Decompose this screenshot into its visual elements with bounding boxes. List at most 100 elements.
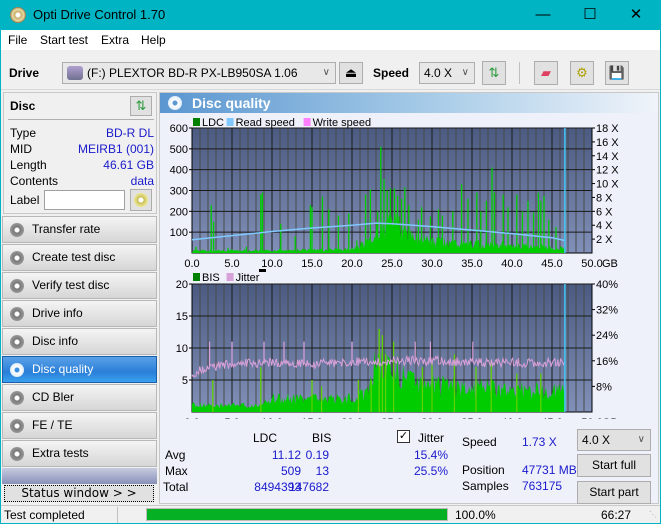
panel-title: Disc quality xyxy=(192,95,271,111)
test-speed-value: 4.0 X xyxy=(582,433,611,447)
close-button[interactable]: ✕ xyxy=(613,0,659,30)
start-part-button[interactable]: Start part xyxy=(577,481,651,504)
legend-swatch xyxy=(226,118,234,126)
y-tick-label: 15 xyxy=(176,311,188,323)
status-window-button[interactable]: Status window > > xyxy=(4,485,154,502)
samples-label: Samples xyxy=(462,479,509,493)
label-label: Label xyxy=(10,193,40,207)
test-speed-select[interactable]: 4.0 X ∨ xyxy=(577,429,651,451)
erase-button[interactable]: ▰ xyxy=(534,61,558,85)
label-disc-button[interactable] xyxy=(130,189,152,211)
maximize-button[interactable]: ☐ xyxy=(567,0,613,30)
y-tick-label: 5 xyxy=(182,375,188,387)
settings-icon: ⚙ xyxy=(576,65,588,80)
nav-label: Verify test disc xyxy=(32,278,110,292)
position-label: Position xyxy=(462,463,505,477)
avg-jitter: 15.4% xyxy=(414,448,449,462)
cd-bler-icon xyxy=(10,391,24,405)
speed-select-value: 4.0 X xyxy=(424,66,453,80)
jitter-checkbox[interactable]: ✓ xyxy=(397,430,410,443)
progress-label: 100.0% xyxy=(455,508,496,522)
nav-disc-quality[interactable]: Disc quality xyxy=(2,356,157,383)
drive-select[interactable]: (F:) PLEXTOR BD-R PX-LB950SA 1.06 ∨ xyxy=(62,62,336,84)
disc-value: BD-R DL xyxy=(105,126,154,140)
y-tick-label: 200 xyxy=(170,206,188,218)
legend-label: BIS xyxy=(202,272,220,284)
col-ldc: LDC xyxy=(253,431,278,445)
y2-tick-label: 8% xyxy=(596,381,612,393)
resize-grip-icon[interactable]: ⋱ xyxy=(649,510,657,519)
start-full-button[interactable]: Start full xyxy=(577,454,651,477)
bis-chart: BIS Jitter 5 10 15 20 8% 16% 24% 32% 40% 0.0 5.0 10.0… xyxy=(176,269,618,419)
x-tick-label: 5.0 xyxy=(224,417,239,419)
x-tick-label: 10.0 xyxy=(261,417,282,419)
speed-select[interactable]: 4.0 X ∨ xyxy=(419,62,475,84)
refresh-icon: ⇅ xyxy=(135,98,147,113)
nav-label: CD Bler xyxy=(32,390,75,404)
menu-help[interactable]: Help xyxy=(141,33,166,47)
x-tick-label: 15.0 xyxy=(301,417,322,419)
chevron-down-icon: ∨ xyxy=(637,434,645,445)
disc-key: Type xyxy=(10,126,37,140)
nav-verify-test-disc[interactable]: Verify test disc xyxy=(2,272,157,299)
legend-label: Write speed xyxy=(313,117,372,129)
x-tick-label: 25.0 xyxy=(381,258,402,269)
y2-tick-label: 16 X xyxy=(596,137,619,149)
total-bis: 147682 xyxy=(288,480,329,494)
legend-swatch xyxy=(193,273,200,281)
nav-label: Disc info xyxy=(32,334,79,348)
verify-disc-icon xyxy=(10,279,24,293)
y-tick-label: 400 xyxy=(170,165,188,177)
nav-extra-tests[interactable]: Extra tests xyxy=(2,440,157,467)
nav-label: FE / TE xyxy=(32,418,73,432)
disc-row-mid: MID MEIRB1 (001) xyxy=(10,142,154,156)
x-tick-label: 50.0 xyxy=(581,258,602,269)
extra-tests-icon xyxy=(10,447,24,461)
refresh-button[interactable]: ⇅ xyxy=(482,61,506,85)
avg-ldc: 11.12 xyxy=(271,448,301,462)
fe-te-icon xyxy=(10,419,24,433)
nav-create-test-disc[interactable]: Create test disc xyxy=(2,244,157,271)
menu-file[interactable]: File xyxy=(8,33,27,47)
legend-label: Jitter xyxy=(236,272,260,284)
y2-tick-label: 24% xyxy=(596,330,618,342)
drive-info-icon xyxy=(10,307,24,321)
disc-refresh-button[interactable]: ⇅ xyxy=(130,96,152,116)
menu-extra[interactable]: Extra xyxy=(101,33,129,47)
x-tick-label: 45.0 xyxy=(541,417,562,419)
samples-value: 763175 xyxy=(522,479,563,493)
nav-transfer-rate[interactable]: Transfer rate xyxy=(2,216,157,243)
nav-disc-info[interactable]: Disc info xyxy=(2,328,157,355)
menu-start-test[interactable]: Start test xyxy=(40,33,88,47)
disc-icon xyxy=(134,193,148,207)
label-input[interactable] xyxy=(44,190,125,210)
app-disc-icon xyxy=(10,7,26,23)
status-text: Test completed xyxy=(4,508,85,522)
x-axis-label: GB xyxy=(602,417,618,419)
toolbar-separator xyxy=(519,62,520,84)
nav-cd-bler[interactable]: CD Bler xyxy=(2,384,157,411)
y2-tick-label: 16% xyxy=(596,356,618,368)
legend-label: Read speed xyxy=(236,117,295,129)
nav-label: Disc quality xyxy=(32,362,94,376)
nav-label: Transfer rate xyxy=(32,222,101,236)
settings-button[interactable]: ⚙ xyxy=(570,61,594,85)
nav-fe-te[interactable]: FE / TE xyxy=(2,412,157,439)
y2-tick-label: 6 X xyxy=(596,206,613,218)
save-button[interactable]: 💾 xyxy=(605,61,629,85)
progress-bar xyxy=(146,508,448,521)
nav-drive-info[interactable]: Drive info xyxy=(2,300,157,327)
total-label: Total xyxy=(163,480,189,494)
x-tick-label: 45.0 xyxy=(541,258,562,269)
nav-label: Drive info xyxy=(32,306,83,320)
speed-stat-label: Speed xyxy=(462,435,497,449)
ldc-chart: LDC Read speed Write speed 100 200 300 400 500 6… xyxy=(170,117,620,269)
disc-quality-icon xyxy=(10,363,24,377)
disc-key: Contents xyxy=(10,174,59,188)
toolbar: Drive (F:) PLEXTOR BD-R PX-LB950SA 1.06 … xyxy=(1,50,660,90)
y2-tick-label: 40% xyxy=(596,279,618,291)
minimize-button[interactable]: — xyxy=(520,0,566,30)
refresh-icon: ⇅ xyxy=(488,65,500,80)
eject-button[interactable]: ⏏ xyxy=(339,62,363,84)
position-value: 47731 MB xyxy=(522,463,577,477)
